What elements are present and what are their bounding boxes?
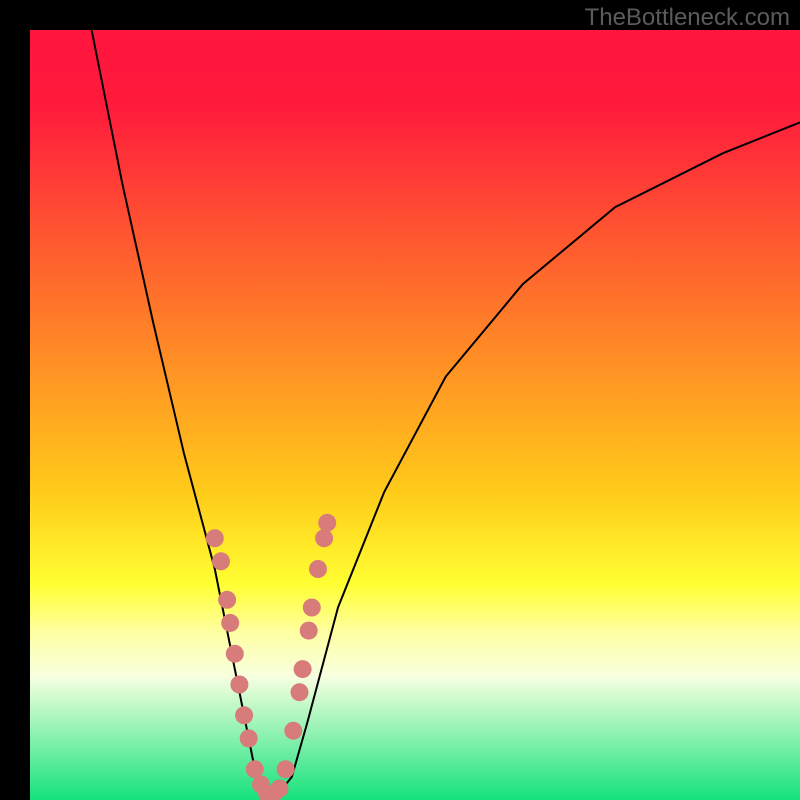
highlight-dot (315, 529, 333, 547)
gradient-band (30, 492, 800, 585)
highlight-dot (226, 645, 244, 663)
watermark-text: TheBottleneck.com (585, 4, 790, 32)
highlight-dot (271, 780, 289, 798)
gradient-band (30, 631, 800, 678)
highlight-dot (303, 599, 321, 617)
highlight-dot (277, 760, 295, 778)
highlight-dot (221, 614, 239, 632)
highlight-dot (212, 552, 230, 570)
highlight-dot (240, 729, 258, 747)
highlight-dot (300, 622, 318, 640)
highlight-dot (318, 514, 336, 532)
highlight-dot (291, 683, 309, 701)
highlight-dot (309, 560, 327, 578)
highlight-dot (218, 591, 236, 609)
chart-svg (0, 0, 800, 800)
highlight-dot (246, 760, 264, 778)
gradient-band (30, 677, 800, 800)
gradient-band (30, 584, 800, 631)
highlight-dot (294, 660, 312, 678)
highlight-dot (206, 529, 224, 547)
highlight-dot (235, 706, 253, 724)
gradient-band (30, 30, 800, 108)
chart-container: TheBottleneck.com (0, 0, 800, 800)
highlight-dot (230, 676, 248, 694)
highlight-dot (284, 722, 302, 740)
